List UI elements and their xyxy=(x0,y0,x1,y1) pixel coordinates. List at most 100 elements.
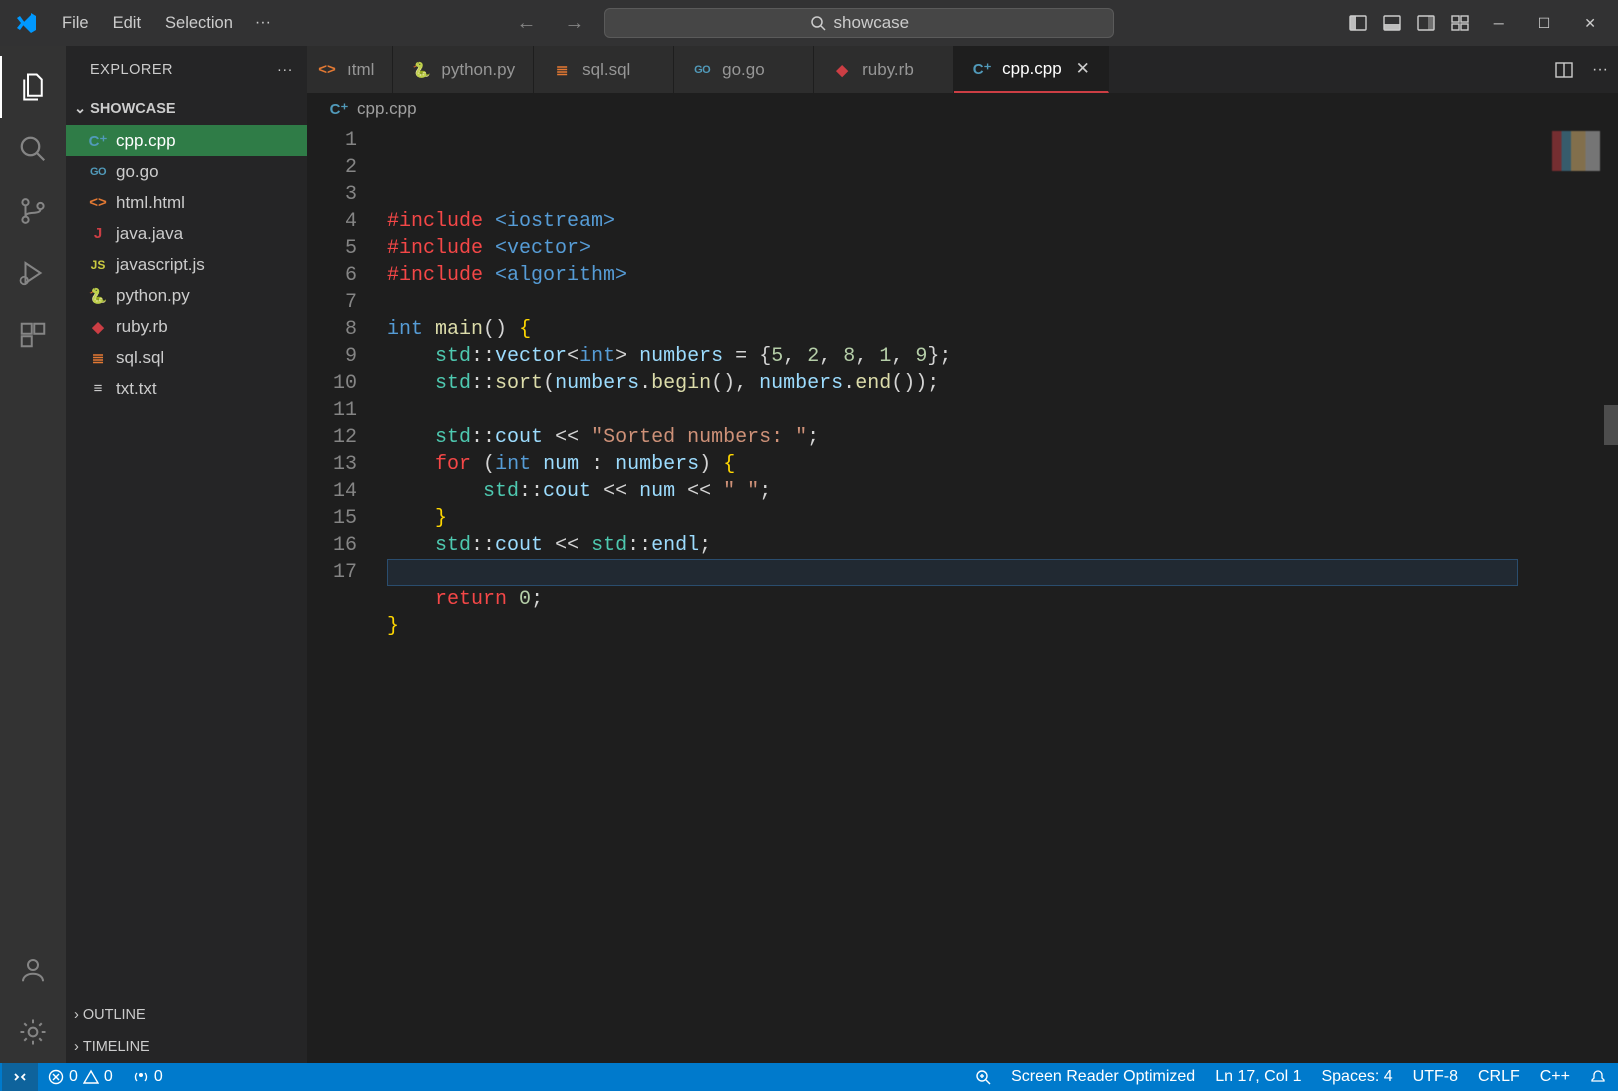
activity-extensions[interactable] xyxy=(0,304,66,366)
breadcrumb[interactable]: C⁺ cpp.cpp xyxy=(307,93,1618,125)
tab-cpp-cpp[interactable]: C⁺ cpp.cpp ✕ xyxy=(954,46,1109,93)
outline-section[interactable]: › OUTLINE xyxy=(66,999,307,1031)
window-close-icon[interactable]: ✕ xyxy=(1570,9,1610,38)
js-file-icon: JS xyxy=(88,258,108,272)
nav-back-icon[interactable]: ← xyxy=(508,10,544,37)
tab-go-go[interactable]: GOgo.go xyxy=(674,46,814,93)
file-item-label: cpp.cpp xyxy=(116,131,176,151)
file-item-python-py[interactable]: 🐍python.py xyxy=(66,280,307,311)
code-line[interactable]: } xyxy=(387,613,1618,640)
command-center[interactable]: showcase xyxy=(604,8,1114,38)
sql-file-icon: ≣ xyxy=(552,61,572,79)
error-count: 0 xyxy=(69,1068,78,1086)
file-item-ruby-rb[interactable]: ◆ruby.rb xyxy=(66,311,307,342)
scrollbar-thumb[interactable] xyxy=(1604,405,1618,445)
activity-run-debug[interactable] xyxy=(0,242,66,304)
radio-tower-icon xyxy=(133,1069,149,1085)
minimap[interactable] xyxy=(1552,131,1600,171)
file-list: C⁺cpp.cppGOgo.go<>html.htmlJjava.javaJSj… xyxy=(66,125,307,999)
line-number: 7 xyxy=(307,289,357,316)
code-line[interactable]: #include <iostream> xyxy=(387,208,1618,235)
activity-search[interactable] xyxy=(0,118,66,180)
tab-python-py[interactable]: 🐍python.py xyxy=(393,46,534,93)
status-cursor-position[interactable]: Ln 17, Col 1 xyxy=(1205,1063,1311,1091)
split-editor-icon[interactable] xyxy=(1554,60,1574,80)
status-ports[interactable]: 0 xyxy=(123,1063,173,1091)
status-indentation[interactable]: Spaces: 4 xyxy=(1311,1063,1402,1091)
code-line[interactable]: for (int num : numbers) { xyxy=(387,451,1618,478)
activity-manage[interactable] xyxy=(0,1001,66,1063)
line-number: 9 xyxy=(307,343,357,370)
file-item-label: sql.sql xyxy=(116,348,164,368)
nav-forward-icon[interactable]: → xyxy=(556,10,592,37)
status-eol[interactable]: CRLF xyxy=(1468,1063,1530,1091)
code-line[interactable]: std::vector<int> numbers = {5, 2, 8, 1, … xyxy=(387,343,1618,370)
file-item-cpp-cpp[interactable]: C⁺cpp.cpp xyxy=(66,125,307,156)
status-remote[interactable] xyxy=(2,1063,38,1091)
code-line[interactable]: std::sort(numbers.begin(), numbers.end()… xyxy=(387,370,1618,397)
tab-ıtml[interactable]: <>ıtml xyxy=(307,46,393,93)
folder-section-header[interactable]: ⌄ SHOWCASE xyxy=(66,93,307,125)
file-item-html-html[interactable]: <>html.html xyxy=(66,187,307,218)
code-line[interactable]: #include <vector> xyxy=(387,235,1618,262)
activity-explorer[interactable] xyxy=(0,56,66,118)
code-line[interactable]: int main() { xyxy=(387,316,1618,343)
titlebar-left: File Edit Selection ··· xyxy=(8,8,279,39)
tab-more-icon[interactable]: ··· xyxy=(1592,61,1608,79)
line-number: 12 xyxy=(307,424,357,451)
layout-customize-icon[interactable] xyxy=(1446,9,1474,37)
file-item-sql-sql[interactable]: ≣sql.sql xyxy=(66,342,307,373)
layout-panel-icon[interactable] xyxy=(1378,9,1406,37)
file-item-go-go[interactable]: GOgo.go xyxy=(66,156,307,187)
window-minimize-icon[interactable]: ─ xyxy=(1480,9,1518,37)
status-language[interactable]: C++ xyxy=(1530,1063,1580,1091)
file-item-txt-txt[interactable]: ≡txt.txt xyxy=(66,373,307,404)
menu-file[interactable]: File xyxy=(52,8,99,39)
tabs-actions: ··· xyxy=(1544,46,1618,93)
close-icon[interactable]: ✕ xyxy=(1076,59,1090,79)
line-number: 3 xyxy=(307,181,357,208)
code-line[interactable]: std::cout << num << " "; xyxy=(387,478,1618,505)
status-problems[interactable]: 0 0 xyxy=(38,1063,123,1091)
search-icon xyxy=(18,134,48,164)
layout-primary-sidebar-icon[interactable] xyxy=(1344,9,1372,37)
py-file-icon: 🐍 xyxy=(411,61,431,79)
status-notifications[interactable] xyxy=(1580,1063,1616,1091)
go-file-icon: GO xyxy=(88,166,108,178)
code-line[interactable] xyxy=(387,397,1618,424)
status-encoding[interactable]: UTF-8 xyxy=(1403,1063,1468,1091)
timeline-section[interactable]: › TIMELINE xyxy=(66,1031,307,1063)
tab-sql-sql[interactable]: ≣sql.sql xyxy=(534,46,674,93)
code-line[interactable] xyxy=(387,559,1618,586)
code-editor[interactable]: 1234567891011121314151617 #include <iost… xyxy=(307,125,1618,1063)
code-line[interactable]: } xyxy=(387,505,1618,532)
menu-selection[interactable]: Selection xyxy=(155,8,243,39)
code-line[interactable]: std::cout << std::endl; xyxy=(387,532,1618,559)
line-number: 17 xyxy=(307,559,357,586)
menu-overflow-icon[interactable]: ··· xyxy=(247,10,279,36)
code-line[interactable] xyxy=(387,640,1618,667)
activity-source-control[interactable] xyxy=(0,180,66,242)
code-content[interactable]: #include <iostream>#include <vector>#inc… xyxy=(387,125,1618,1063)
code-line[interactable]: std::cout << "Sorted numbers: "; xyxy=(387,424,1618,451)
menu-edit[interactable]: Edit xyxy=(103,8,151,39)
window-maximize-icon[interactable]: ☐ xyxy=(1524,9,1565,38)
sidebar-more-icon[interactable]: ··· xyxy=(277,62,293,78)
tab-ruby-rb[interactable]: ◆ruby.rb xyxy=(814,46,954,93)
code-line[interactable] xyxy=(387,289,1618,316)
tab-label: go.go xyxy=(722,60,765,80)
file-item-java-java[interactable]: Jjava.java xyxy=(66,218,307,249)
file-item-label: html.html xyxy=(116,193,185,213)
tab-label: cpp.cpp xyxy=(1002,59,1062,79)
code-line[interactable]: #include <algorithm> xyxy=(387,262,1618,289)
gear-icon xyxy=(18,1017,48,1047)
cpp-file-icon: C⁺ xyxy=(972,60,992,78)
layout-secondary-sidebar-icon[interactable] xyxy=(1412,9,1440,37)
code-line[interactable]: return 0; xyxy=(387,586,1618,613)
status-screenreader[interactable]: Screen Reader Optimized xyxy=(1001,1063,1205,1091)
zoom-icon xyxy=(975,1069,991,1085)
line-number: 11 xyxy=(307,397,357,424)
activity-accounts[interactable] xyxy=(0,939,66,1001)
file-item-javascript-js[interactable]: JSjavascript.js xyxy=(66,249,307,280)
status-zoom[interactable] xyxy=(965,1063,1001,1091)
